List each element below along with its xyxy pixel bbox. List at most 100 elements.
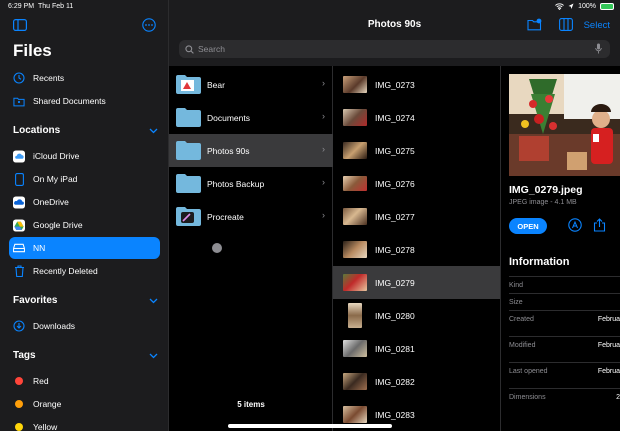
chevron-down-icon[interactable] [149, 128, 158, 134]
clock-icon [13, 72, 25, 84]
sidebar-item-on-my-ipad[interactable]: On My iPad [9, 168, 160, 190]
chevron-down-icon[interactable] [149, 353, 158, 359]
file-row[interactable]: IMG_0282 [333, 365, 500, 398]
tag-dot-icon [13, 375, 25, 387]
file-label: IMG_0278 [375, 244, 415, 255]
file-label: IMG_0283 [375, 409, 415, 420]
columns-view-icon[interactable] [559, 18, 573, 31]
folder-row-photos-90s[interactable]: Photos 90s › [169, 134, 333, 167]
sidebar-item-label: Google Drive [33, 220, 83, 230]
sidebar-item-nn[interactable]: NN [9, 237, 160, 259]
photo-thumbnail [343, 406, 367, 423]
sidebar-item-onedrive[interactable]: OneDrive [9, 191, 160, 213]
folder-row-documents[interactable]: Documents › [169, 101, 333, 134]
folder-label: Photos Backup [207, 178, 265, 189]
file-row[interactable]: IMG_0274 [333, 101, 500, 134]
chevron-down-icon[interactable] [149, 298, 158, 304]
chevron-right-icon: › [322, 78, 325, 88]
file-label: IMG_0277 [375, 211, 415, 222]
sidebar-toggle-icon[interactable] [13, 19, 27, 31]
sidebar-item-label: On My iPad [33, 174, 78, 184]
search-placeholder: Search [198, 44, 225, 54]
file-row[interactable]: IMG_0281 [333, 332, 500, 365]
battery-icon [600, 3, 614, 10]
open-button[interactable]: OPEN [509, 218, 547, 234]
info-row-dimensions: Dimensions 2 [509, 388, 620, 414]
item-count: 5 items [237, 400, 265, 409]
trash-icon [13, 265, 25, 277]
section-locations[interactable]: Locations [13, 125, 158, 136]
inspector-panel: IMG_0279.jpeg JPEG image - 4.1 MB OPEN I… [501, 66, 620, 431]
select-button[interactable]: Select [584, 20, 610, 31]
info-value: Februa [597, 368, 620, 375]
share-icon[interactable] [593, 218, 606, 232]
chevron-right-icon: › [322, 111, 325, 121]
folder-row-procreate[interactable]: Procreate › [169, 200, 333, 233]
section-header: Locations [13, 125, 61, 136]
icloud-icon [13, 150, 25, 162]
folder-icon [176, 207, 201, 226]
sidebar-item-recently-deleted[interactable]: Recently Deleted [9, 260, 160, 282]
section-tags[interactable]: Tags [13, 350, 158, 361]
info-label: Last opened [509, 368, 548, 375]
folder-label: Photos 90s [207, 145, 250, 156]
search-input[interactable]: Search [179, 40, 610, 58]
more-options-icon[interactable] [142, 18, 156, 32]
microphone-icon[interactable] [595, 43, 602, 54]
download-icon [13, 320, 25, 332]
section-header: Tags [13, 350, 36, 361]
new-folder-icon[interactable] [527, 18, 542, 31]
sidebar-item-icloud-drive[interactable]: iCloud Drive [9, 145, 160, 167]
sidebar-item-recents[interactable]: Recents [9, 67, 160, 89]
information-heading: Information [509, 256, 570, 268]
photo-thumbnail [343, 176, 367, 191]
sidebar-item-label: Downloads [33, 321, 76, 331]
photo-thumbnail [348, 303, 362, 328]
folder-row-bear[interactable]: Bear › [169, 68, 333, 101]
file-row[interactable]: IMG_0277 [333, 200, 500, 233]
photo-thumbnail [343, 373, 367, 390]
page-title: Files [13, 41, 52, 60]
file-info: JPEG image - 4.1 MB [509, 199, 577, 206]
folder-label: Procreate [207, 211, 244, 222]
status-indicators: 100% [555, 3, 614, 10]
info-row-created: Created Februa [509, 310, 620, 336]
status-time-text: 6:29 PM [8, 3, 35, 10]
info-label: Size [509, 299, 523, 306]
file-row[interactable]: IMG_0278 [333, 233, 500, 266]
photo-thumbnail [343, 142, 367, 159]
file-row[interactable]: IMG_0273 [333, 68, 500, 101]
sidebar-item-downloads[interactable]: Downloads [9, 315, 160, 337]
file-column: IMG_0273 IMG_0274 IMG_0275 IMG_0276 IMG_… [333, 66, 501, 431]
sidebar-item-tag-orange[interactable]: Orange [9, 393, 160, 415]
sidebar-item-label: OneDrive [33, 197, 69, 207]
home-indicator[interactable] [228, 424, 392, 428]
file-row[interactable]: IMG_0275 [333, 134, 500, 167]
folder-icon [176, 108, 201, 127]
chevron-right-icon: › [322, 144, 325, 154]
tag-dot-icon [13, 421, 25, 431]
sidebar-item-google-drive[interactable]: Google Drive [9, 214, 160, 236]
info-value: Februa [597, 316, 620, 323]
file-row[interactable]: IMG_0276 [333, 167, 500, 200]
loading-indicator [212, 243, 222, 253]
file-label: IMG_0279 [375, 277, 415, 288]
file-label: IMG_0276 [375, 178, 415, 189]
sidebar-item-tag-red[interactable]: Red [9, 370, 160, 392]
folder-label: Documents [207, 112, 250, 123]
markup-icon[interactable] [568, 218, 582, 232]
sidebar-item-label: Recents [33, 73, 65, 83]
ipad-icon [13, 172, 25, 186]
file-row[interactable]: IMG_0280 [333, 299, 500, 332]
wifi-icon [555, 3, 565, 10]
sidebar-item-tag-yellow[interactable]: Yellow [9, 416, 160, 431]
search-icon [185, 44, 194, 54]
file-label: IMG_0282 [375, 376, 415, 387]
sidebar-item-label: iCloud Drive [33, 151, 80, 161]
folder-row-photos-backup[interactable]: Photos Backup › [169, 167, 333, 200]
sidebar-item-shared-documents[interactable]: Shared Documents [9, 90, 160, 112]
photo-thumbnail [343, 76, 367, 93]
sidebar-item-label: Yellow [33, 422, 58, 431]
section-favorites[interactable]: Favorites [13, 295, 158, 306]
file-row-selected[interactable]: IMG_0279 [333, 266, 500, 299]
